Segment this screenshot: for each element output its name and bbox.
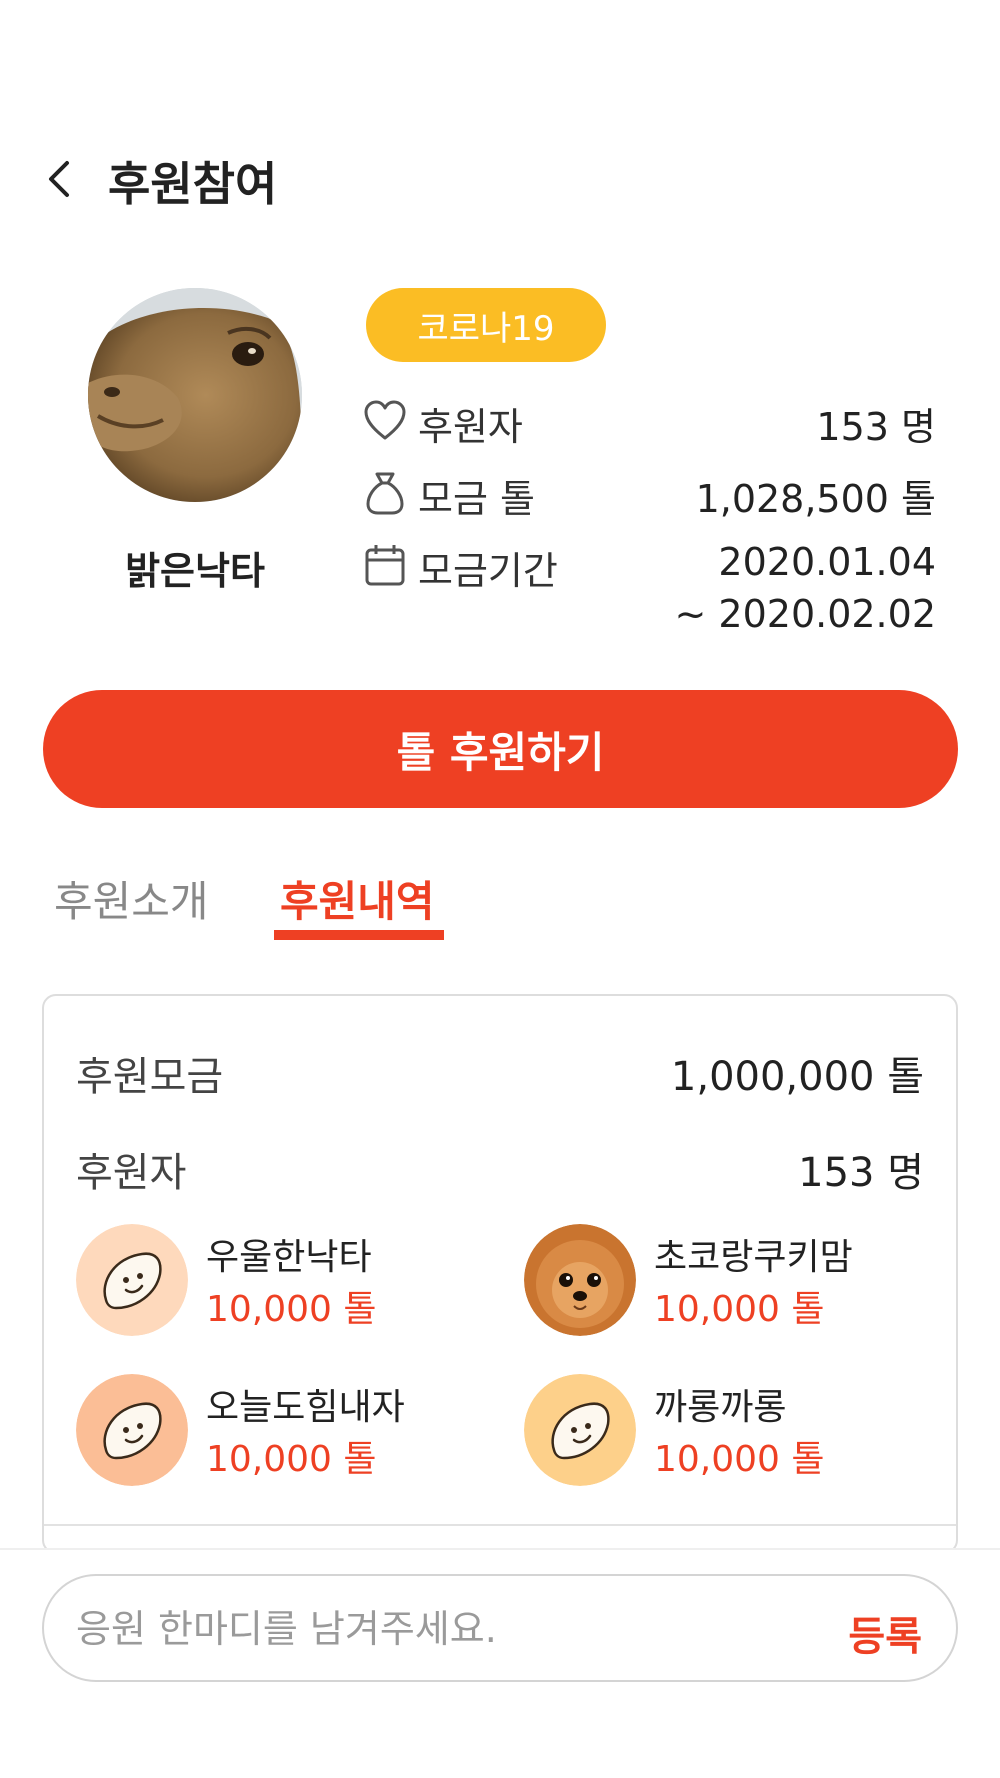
money-bag-icon [366, 472, 404, 515]
total-label: 후원모금 [76, 1054, 224, 1100]
donor-item[interactable]: 우울한낙타 10,000 톨 [76, 1224, 496, 1340]
camel-image [88, 288, 302, 502]
total-row: 후원모금 1,000,000 톨 [76, 1044, 924, 1104]
campaign-name: 밝은낙타 [125, 549, 265, 593]
rice-character-icon [76, 1374, 188, 1486]
history-sponsors-row: 후원자 153 명 [76, 1140, 924, 1200]
history-card: 후원모금 1,000,000 톨 후원자 153 명 우울한낙타 10,000 … [42, 994, 958, 1554]
donor-item[interactable]: 초코랑쿠키맘 10,000 톨 [524, 1224, 944, 1340]
rice-character-icon [76, 1224, 188, 1336]
donor-name: 까롱까롱 [654, 1387, 787, 1428]
active-tab-indicator [274, 930, 444, 940]
donor-avatar [524, 1224, 636, 1336]
submit-button[interactable]: 등록 [848, 1604, 922, 1662]
header: 후원참여 [0, 140, 1000, 220]
history-sponsors-label: 후원자 [76, 1150, 187, 1196]
donor-amount: 10,000 톨 [206, 1439, 377, 1480]
donor-avatar [76, 1374, 188, 1486]
amount-label: 모금 톨 [418, 477, 535, 521]
donor-name: 우울한낙타 [206, 1237, 372, 1278]
donate-button[interactable]: 톨 후원하기 [43, 690, 958, 808]
sponsors-label: 후원자 [418, 405, 523, 449]
donor-amount: 10,000 톨 [206, 1289, 377, 1330]
tab-intro[interactable]: 후원소개 [54, 868, 209, 929]
period-row: 모금기간 2020.01.04 [362, 536, 936, 596]
card-divider [44, 1524, 956, 1526]
calendar-icon [365, 545, 405, 586]
donor-name: 오늘도힘내자 [206, 1387, 405, 1428]
tab-history[interactable]: 후원내역 [280, 868, 435, 929]
amount-value: 1,028,500 톨 [695, 477, 936, 521]
chevron-left-icon [49, 161, 69, 197]
period-end: ~ 2020.02.02 [674, 592, 937, 636]
period-start: 2020.01.04 [718, 540, 936, 584]
category-tag: 코로나19 [366, 288, 606, 362]
comment-input[interactable] [76, 1596, 796, 1662]
pomeranian-image [524, 1224, 636, 1336]
donation-page: 후원참여 밝은낙타 코로나19 후원자 153 명 모금 톨 1,028,500… [0, 0, 1000, 1778]
rice-character-icon [524, 1374, 636, 1486]
donor-amount: 10,000 톨 [654, 1439, 825, 1480]
donor-name: 초코랑쿠키맘 [654, 1237, 853, 1278]
sponsors-value: 153 명 [816, 405, 936, 449]
donor-avatar [76, 1224, 188, 1336]
history-sponsors-value: 153 명 [798, 1150, 924, 1196]
total-value: 1,000,000 톨 [670, 1054, 924, 1100]
donor-amount: 10,000 톨 [654, 1289, 825, 1330]
campaign-avatar [88, 288, 302, 502]
comment-box: 등록 [42, 1574, 958, 1682]
sponsors-row: 후원자 153 명 [362, 392, 936, 452]
donor-item[interactable]: 까롱까롱 10,000 톨 [524, 1374, 944, 1490]
period-label: 모금기간 [418, 549, 558, 593]
donor-item[interactable]: 오늘도힘내자 10,000 톨 [76, 1374, 496, 1490]
donor-avatar [524, 1374, 636, 1486]
back-button[interactable] [38, 154, 78, 204]
page-title: 후원참여 [108, 157, 278, 211]
amount-row: 모금 톨 1,028,500 톨 [362, 464, 936, 524]
comment-bar: 등록 [0, 1548, 1000, 1778]
heart-icon [364, 400, 406, 440]
